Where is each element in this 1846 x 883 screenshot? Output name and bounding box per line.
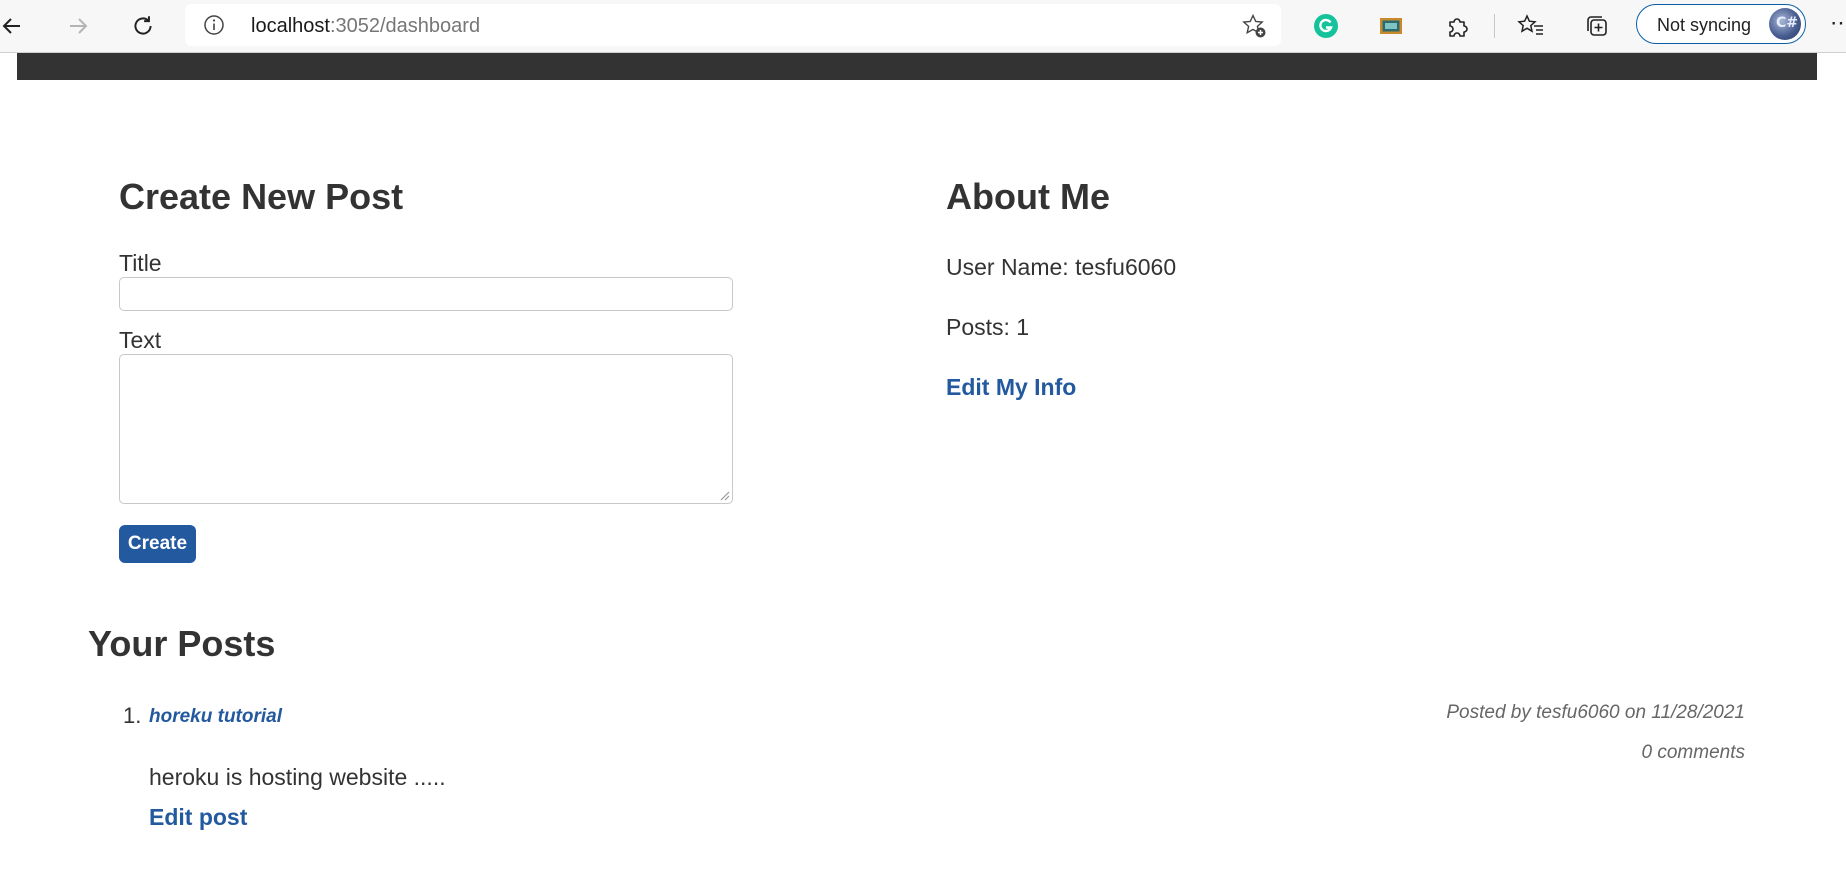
post-body: heroku is hosting website .....: [149, 764, 446, 790]
address-bar[interactable]: localhost:3052/dashboard: [185, 4, 1281, 46]
avatar-text: C#: [1776, 15, 1799, 31]
back-icon[interactable]: [0, 8, 30, 44]
post-comments-link[interactable]: 0 comments: [1642, 742, 1745, 764]
about-post-count: Posts: 1: [946, 314, 1030, 340]
text-textarea[interactable]: [119, 354, 733, 504]
profile-sync-label: Not syncing: [1657, 15, 1752, 35]
favorites-icon[interactable]: [1513, 8, 1549, 44]
extensions-puzzle-icon[interactable]: [1440, 8, 1476, 44]
post-number: 1.: [123, 703, 142, 728]
title-input[interactable]: [119, 277, 733, 311]
more-icon[interactable]: ⋯: [1830, 10, 1846, 36]
avatar: C#: [1769, 8, 1801, 40]
url-host: localhost: [251, 15, 330, 37]
create-post-heading: Create New Post: [119, 176, 404, 217]
text-label: Text: [119, 327, 162, 353]
profile-button[interactable]: Not syncing C#: [1636, 4, 1806, 44]
your-posts-heading: Your Posts: [88, 623, 276, 664]
about-me-heading: About Me: [946, 176, 1110, 217]
url-path: :3052/dashboard: [329, 15, 481, 37]
post-title-link[interactable]: horeku tutorial: [149, 706, 282, 728]
edit-my-info-link[interactable]: Edit My Info: [946, 374, 1076, 401]
refresh-icon[interactable]: [125, 8, 161, 44]
info-icon[interactable]: [203, 14, 225, 41]
post-byline: Posted by tesfu6060 on 11/28/2021: [1446, 702, 1745, 723]
title-label: Title: [119, 250, 162, 276]
resize-grip-icon[interactable]: [718, 489, 730, 501]
extension-screen-icon[interactable]: [1373, 8, 1409, 44]
toolbar-separator: [1494, 14, 1495, 38]
browser-toolbar: localhost:3052/dashboard Not syncing C# …: [0, 0, 1846, 53]
create-button[interactable]: Create: [119, 525, 196, 563]
collections-icon[interactable]: [1579, 8, 1615, 44]
about-user-name: User Name: tesfu6060: [946, 254, 1177, 280]
site-navbar: [17, 53, 1817, 80]
url-text: localhost:3052/dashboard: [251, 15, 480, 38]
add-favorite-icon[interactable]: [1241, 13, 1267, 44]
edit-post-link[interactable]: Edit post: [149, 804, 247, 831]
grammarly-icon[interactable]: [1308, 8, 1344, 44]
forward-icon[interactable]: [60, 8, 96, 44]
